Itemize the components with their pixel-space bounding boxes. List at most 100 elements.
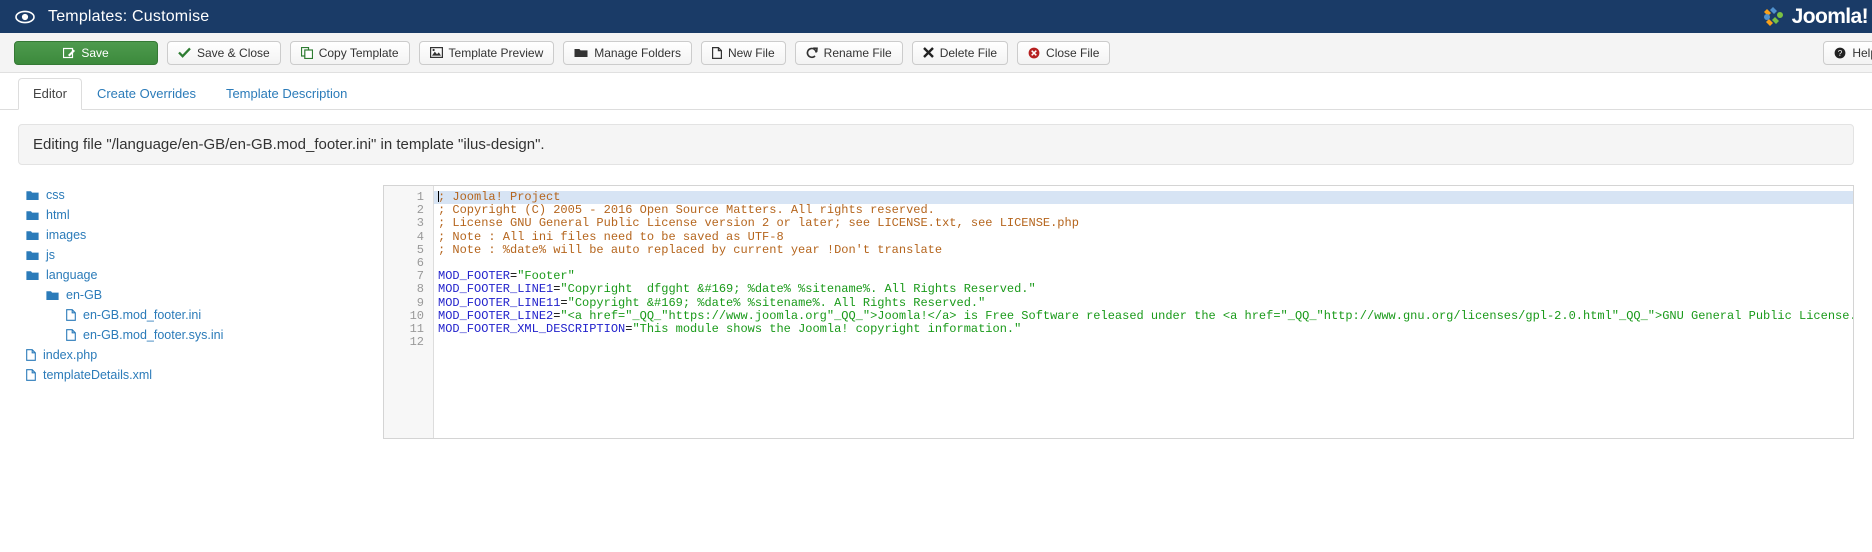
new-file-label: New File (727, 45, 775, 60)
x-mark-icon (922, 47, 934, 58)
template-preview-button[interactable]: Template Preview (418, 40, 555, 65)
line-number: 3 (416, 216, 424, 231)
folder-open-icon (574, 47, 588, 58)
tree-item-label: js (46, 248, 56, 262)
line-number: 4 (416, 229, 424, 244)
close-file-button[interactable]: Close File (1017, 40, 1111, 65)
check-icon (178, 47, 191, 58)
save-button[interactable]: Save (14, 40, 158, 65)
tree-item-label: language (46, 268, 98, 282)
line-number-gutter: 1 2 3 4 5 6 7 8 9 10 11 12 (384, 186, 434, 438)
line-number: 6 (416, 255, 424, 270)
tab-editor[interactable]: Editor (18, 78, 82, 110)
tree-folder-images[interactable]: images (18, 225, 383, 245)
folder-icon (26, 210, 39, 221)
image-icon (429, 47, 443, 58)
code-token-str: "Copyright &#169; %date% %sitename%. All… (567, 295, 986, 310)
code-token-comment: ; Note : All ini files need to be saved … (438, 229, 784, 244)
line-number: 1 (416, 190, 424, 204)
folder-icon (26, 230, 39, 241)
close-file-label: Close File (1046, 45, 1100, 60)
line-number: 10 (409, 308, 424, 323)
tree-file-en-gb-mod-footer-sys-ini[interactable]: en-GB.mod_footer.sys.ini (18, 325, 383, 345)
code-line[interactable]: ; Note : %date% will be auto replaced by… (434, 243, 1853, 257)
tab-template-description-label: Template Description (225, 86, 348, 102)
tree-item-label: templateDetails.xml (43, 368, 153, 382)
refresh-icon (806, 46, 818, 59)
tree-item-label: en-GB.mod_footer.sys.ini (83, 328, 224, 342)
code-token-key: MOD_FOOTER_LINE2 (438, 308, 554, 323)
file-icon (711, 46, 722, 59)
tab-create-overrides-label: Create Overrides (96, 86, 196, 102)
code-token-key: MOD_FOOTER_LINE1 (438, 282, 554, 297)
heading-container: Editing file "/language/en-GB/en-GB.mod_… (0, 110, 1872, 165)
code-content[interactable]: ; Joomla! Project; Copyright (C) 2005 - … (434, 186, 1853, 438)
tree-file-en-gb-mod-footer-ini[interactable]: en-GB.mod_footer.ini (18, 305, 383, 325)
delete-file-label: Delete File (939, 45, 998, 60)
code-line[interactable]: MOD_FOOTER_XML_DESCRIPTION="This module … (434, 322, 1853, 337)
line-number: 12 (409, 335, 424, 350)
code-line[interactable] (434, 257, 1853, 270)
code-token-str: "<a href="_QQ_"https://www.joomla.org"_Q… (560, 308, 1853, 323)
line-number: 7 (416, 269, 424, 284)
tab-editor-label: Editor (33, 86, 67, 102)
rename-file-label: Rename File (823, 45, 892, 60)
tree-folder-language[interactable]: language (18, 265, 383, 285)
copy-template-button[interactable]: Copy Template (289, 40, 410, 65)
code-editor[interactable]: 1 2 3 4 5 6 7 8 9 10 11 12 ; Joomla! Project; Copyr… (383, 185, 1854, 439)
tree-file-templatedetails-xml[interactable]: templateDetails.xml (18, 365, 383, 385)
copy-icon (300, 46, 313, 59)
svg-text:?: ? (1838, 49, 1843, 58)
line-number: 9 (416, 295, 424, 310)
tree-item-label: en-GB.mod_footer.ini (83, 308, 202, 322)
code-token-comment: ; Joomla! Project (438, 190, 561, 204)
code-line[interactable] (434, 336, 1853, 349)
folder-icon (26, 190, 39, 201)
tree-folder-js[interactable]: js (18, 245, 383, 265)
file-icon (66, 329, 76, 341)
editing-file-heading: Editing file "/language/en-GB/en-GB.mod_… (18, 124, 1854, 165)
eye-icon (14, 6, 36, 28)
toolbar: Save Save & Close Copy Template Template (0, 33, 1872, 73)
delete-file-button[interactable]: Delete File (911, 40, 1009, 65)
manage-folders-label: Manage Folders (594, 45, 681, 60)
copy-template-label: Copy Template (318, 45, 399, 60)
folder-icon (26, 270, 39, 281)
manage-folders-button[interactable]: Manage Folders (563, 40, 692, 65)
line-number: 11 (409, 321, 424, 336)
tree-item-label: images (46, 228, 87, 242)
tree-item-label: html (46, 208, 70, 222)
save-pencil-icon (63, 47, 76, 59)
code-token-str: "Footer" (517, 269, 575, 284)
code-token-comment: ; License GNU General Public License ver… (438, 216, 1079, 231)
line-number: 8 (416, 282, 424, 297)
page-title: Templates: Customise (48, 7, 210, 25)
tree-item-label: index.php (43, 348, 98, 362)
line-number: 5 (416, 242, 424, 257)
file-icon (26, 349, 36, 361)
app-header: Templates: Customise Joomla! (0, 0, 1872, 33)
tree-file-index-php[interactable]: index.php (18, 345, 383, 365)
new-file-button[interactable]: New File (700, 40, 786, 65)
save-button-label: Save (81, 45, 109, 60)
save-and-close-button[interactable]: Save & Close (167, 40, 281, 65)
joomla-logo: Joomla! (1760, 4, 1869, 30)
code-token-key: MOD_FOOTER (438, 269, 511, 284)
cancel-circle-icon (1028, 47, 1040, 59)
help-button[interactable]: ? Help (1823, 40, 1872, 65)
file-icon (66, 309, 76, 321)
tree-folder-html[interactable]: html (18, 205, 383, 225)
save-and-close-label: Save & Close (197, 45, 270, 60)
brand-name: Joomla! (1791, 4, 1869, 28)
rename-file-button[interactable]: Rename File (794, 40, 903, 65)
help-button-label: Help (1852, 45, 1872, 60)
tab-bar: Editor Create Overrides Template Descrip… (0, 73, 1872, 110)
folder-icon (26, 250, 39, 261)
tab-create-overrides[interactable]: Create Overrides (82, 78, 211, 110)
tab-template-description[interactable]: Template Description (211, 78, 362, 110)
code-token-key: MOD_FOOTER_XML_DESCRIPTION (438, 322, 626, 337)
tree-folder-css[interactable]: css (18, 185, 383, 205)
tree-folder-en-gb[interactable]: en-GB (18, 285, 383, 305)
code-token-key: MOD_FOOTER_LINE11 (438, 295, 561, 310)
joomla-mark-icon (1763, 6, 1783, 26)
